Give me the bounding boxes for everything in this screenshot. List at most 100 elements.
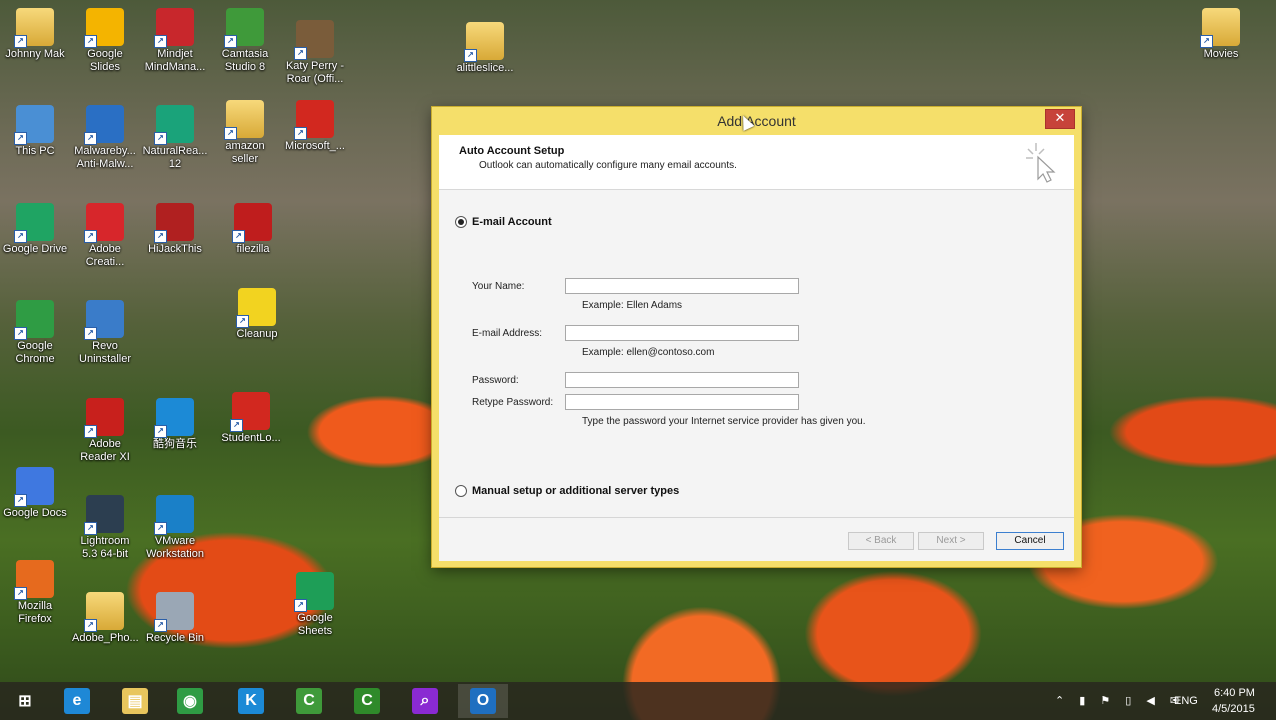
desktop-icon[interactable]: ↗ VMware Workstation bbox=[142, 495, 208, 561]
taskbar-camtasia-studio[interactable]: C bbox=[342, 684, 392, 718]
desktop-icon[interactable]: ↗ NaturalRea... 12 bbox=[142, 105, 208, 171]
shortcut-arrow-icon: ↗ bbox=[224, 127, 237, 140]
desktop-icon[interactable]: ↗ Adobe Reader XI bbox=[72, 398, 138, 464]
chrome-icon: ◉ bbox=[177, 688, 203, 714]
desktop-icon[interactable]: ↗ Movies bbox=[1188, 8, 1254, 61]
google-slides-icon: ↗ bbox=[84, 8, 124, 48]
next-button[interactable]: Next > bbox=[918, 532, 984, 550]
manual-setup-label: Manual setup or additional server types bbox=[472, 485, 680, 497]
desktop-icon[interactable]: ↗ HiJackThis bbox=[142, 203, 208, 256]
desktop-icon[interactable]: ↗ Google Sheets bbox=[282, 572, 348, 638]
close-button[interactable]: ✕ bbox=[1045, 109, 1075, 129]
taskbar-camtasia-recorder[interactable]: C bbox=[284, 684, 334, 718]
dialog-footer: < Back Next > Cancel bbox=[439, 517, 1074, 561]
desktop-icon[interactable]: ↗ Lightroom 5.3 64-bit bbox=[72, 495, 138, 561]
desktop-icon-label: Google Chrome bbox=[15, 340, 55, 365]
retype-password-field[interactable] bbox=[565, 394, 799, 410]
your-name-example: Example: Ellen Adams bbox=[582, 300, 683, 311]
your-name-field[interactable] bbox=[565, 278, 799, 294]
recycle-bin-icon: ↗ bbox=[154, 592, 194, 632]
shortcut-arrow-icon: ↗ bbox=[84, 619, 97, 632]
shortcut-arrow-icon: ↗ bbox=[14, 35, 27, 48]
desktop-icon[interactable]: ↗ Google Slides bbox=[72, 8, 138, 74]
desktop-icon[interactable]: ↗ Revo Uninstaller bbox=[72, 300, 138, 366]
desktop-icon[interactable]: ↗ Google Drive bbox=[2, 203, 68, 256]
outlook-icon: O bbox=[470, 688, 496, 714]
folder-icon: ↗ bbox=[224, 100, 264, 140]
language-indicator[interactable]: ENG bbox=[1174, 695, 1198, 707]
cancel-button[interactable]: Cancel bbox=[996, 532, 1064, 550]
dialog-header: Auto Account Setup Outlook can automatic… bbox=[439, 135, 1074, 190]
taskbar-chrome[interactable]: ◉ bbox=[165, 684, 215, 718]
email-address-field[interactable] bbox=[565, 325, 799, 341]
desktop-icon[interactable]: ↗ 酷狗音乐 bbox=[142, 398, 208, 451]
desktop-icon[interactable]: ↗ Camtasia Studio 8 bbox=[212, 8, 278, 74]
desktop-icon[interactable]: ↗ amazon seller bbox=[212, 100, 278, 166]
shortcut-arrow-icon: ↗ bbox=[464, 49, 477, 62]
shortcut-arrow-icon: ↗ bbox=[84, 522, 97, 535]
taskbar-file-explorer[interactable]: ▤ bbox=[110, 684, 160, 718]
file-explorer-icon: ▤ bbox=[122, 688, 148, 714]
desktop-icon[interactable]: ↗ Adobe Creati... bbox=[72, 203, 138, 269]
desktop-icon-label: Recycle Bin bbox=[145, 632, 205, 644]
back-button[interactable]: < Back bbox=[848, 532, 914, 550]
manual-setup-option[interactable]: Manual setup or additional server types bbox=[455, 485, 679, 497]
desktop-icon-label: Revo Uninstaller bbox=[79, 340, 131, 365]
shortcut-arrow-icon: ↗ bbox=[14, 132, 27, 145]
mindjet-icon: ↗ bbox=[154, 8, 194, 48]
shortcut-arrow-icon: ↗ bbox=[154, 522, 167, 535]
taskbar-kugou[interactable]: K bbox=[226, 684, 276, 718]
desktop-icon-label: Google Sheets bbox=[297, 612, 333, 637]
desktop-icon[interactable]: ↗ Microsoft_... bbox=[282, 100, 348, 153]
desktop-icon[interactable]: ↗ StudentLo... bbox=[218, 392, 284, 445]
shortcut-arrow-icon: ↗ bbox=[294, 127, 307, 140]
cleanup-icon: ↗ bbox=[236, 288, 276, 328]
start-button-icon: ⊞ bbox=[18, 693, 32, 710]
email-address-example: Example: ellen@contoso.com bbox=[582, 347, 715, 358]
desktop-icon[interactable]: ↗ Adobe_Pho... bbox=[72, 592, 139, 645]
desktop-icon[interactable]: ↗ Google Docs bbox=[2, 467, 68, 520]
desktop-icon-label: Cleanup bbox=[236, 328, 278, 340]
shortcut-arrow-icon: ↗ bbox=[154, 230, 167, 243]
password-field[interactable] bbox=[565, 372, 799, 388]
creative-cloud-icon: ↗ bbox=[84, 203, 124, 243]
desktop-icon[interactable]: ↗ Recycle Bin bbox=[142, 592, 208, 645]
desktop-icon-label: Mozilla Firefox bbox=[17, 600, 53, 625]
desktop-icon[interactable]: ↗ Johnny Mak bbox=[2, 8, 68, 61]
desktop-icon[interactable]: ↗ Google Chrome bbox=[2, 300, 68, 366]
email-account-option[interactable]: E-mail Account bbox=[455, 216, 552, 228]
desktop-icon[interactable]: ↗ Mindjet MindMana... bbox=[142, 8, 208, 74]
taskbar-search-app[interactable]: ⌕ bbox=[400, 684, 450, 718]
dialog-titlebar[interactable]: Add Account ✕ bbox=[432, 107, 1081, 135]
radio-unselected-icon[interactable] bbox=[455, 485, 467, 497]
desktop-icon[interactable]: ↗ This PC bbox=[2, 105, 68, 158]
desktop-icon[interactable]: ↗ Malwareby... Anti-Malw... bbox=[72, 105, 138, 171]
desktop-icon[interactable]: ↗ Katy Perry - Roar (Offi... bbox=[282, 20, 348, 86]
taskbar: ⊞ e ▤ ◉ K C C ⌕ O ⌃ ▮ ⚑ ▯ ◀ ✉ ENG 6:40 PM 4/5/20… bbox=[0, 682, 1276, 720]
desktop-icon-label: Microsoft_... bbox=[285, 140, 345, 152]
shortcut-arrow-icon: ↗ bbox=[294, 47, 307, 60]
desktop-icon[interactable]: ↗ Cleanup bbox=[224, 288, 290, 341]
taskbar-start-button[interactable]: ⊞ bbox=[0, 684, 50, 718]
taskbar-internet-explorer[interactable]: e bbox=[52, 684, 102, 718]
dialog-title: Add Account bbox=[717, 113, 796, 129]
folder-icon: ↗ bbox=[84, 592, 124, 632]
desktop-icon[interactable]: ↗ alittleslice... bbox=[452, 22, 518, 75]
desktop-icon-label: alittleslice... bbox=[456, 62, 514, 74]
taskbar-outlook[interactable]: O bbox=[458, 684, 508, 718]
desktop-icon[interactable]: ↗ filezilla bbox=[220, 203, 286, 256]
email-address-label: E-mail Address: bbox=[472, 328, 543, 339]
radio-selected-icon[interactable] bbox=[455, 216, 467, 228]
clock-time[interactable]: 6:40 PM bbox=[1214, 687, 1255, 699]
your-name-label: Your Name: bbox=[472, 281, 525, 292]
search-app-icon: ⌕ bbox=[412, 688, 438, 714]
system-tray-icons[interactable]: ⌃ ▮ ⚑ ▯ ◀ ✉ bbox=[1055, 694, 1185, 707]
shortcut-arrow-icon: ↗ bbox=[84, 132, 97, 145]
kugou-icon: K bbox=[238, 688, 264, 714]
computer-icon: ↗ bbox=[14, 105, 54, 145]
shortcut-arrow-icon: ↗ bbox=[236, 315, 249, 328]
desktop-icon[interactable]: ↗ Mozilla Firefox bbox=[2, 560, 68, 626]
clock-date[interactable]: 4/5/2015 bbox=[1212, 703, 1255, 715]
desktop-icon-label: Katy Perry - Roar (Offi... bbox=[285, 60, 345, 85]
camtasia-icon: ↗ bbox=[224, 8, 264, 48]
